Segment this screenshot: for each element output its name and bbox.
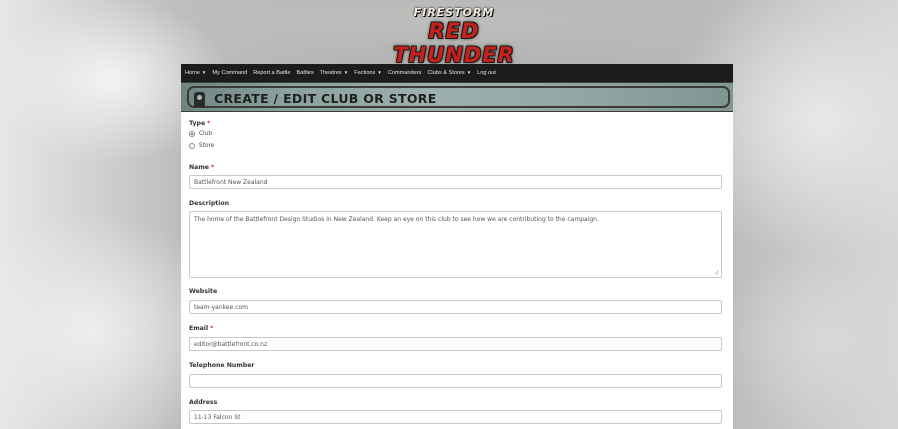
radio-club-selected-icon[interactable] xyxy=(189,131,195,137)
email-label: Email * xyxy=(189,325,213,332)
nav-item-battles[interactable]: Battles xyxy=(297,70,314,76)
tag-icon xyxy=(194,92,205,107)
nav-item-home[interactable]: Home ▼ xyxy=(185,70,206,76)
caret-down-icon: ▼ xyxy=(343,70,349,75)
nav-item-label: Battles xyxy=(296,70,314,76)
type-label: Type * xyxy=(189,120,210,127)
nav-item-report-a-battle[interactable]: Report a Battle xyxy=(253,70,290,76)
page-title-banner: CREATE / EDIT CLUB OR STORE xyxy=(181,82,733,112)
nav-item-label: Factions xyxy=(354,70,376,76)
nav-item-label: Log out xyxy=(477,70,496,76)
radio-store-label: Store xyxy=(199,143,215,149)
nav-item-clubs-stores[interactable]: Clubs & Stores ▼ xyxy=(427,70,471,76)
nav-item-my-command[interactable]: My Command xyxy=(212,70,247,76)
address-label: Address xyxy=(189,399,218,406)
radio-club-label: Club xyxy=(199,131,213,137)
page-title: CREATE / EDIT CLUB OR STORE xyxy=(214,91,437,106)
name-label-text: Name xyxy=(189,164,209,171)
telephone-field[interactable] xyxy=(189,374,722,388)
required-mark: * xyxy=(211,164,215,171)
description-text: The home of the Battlefront Design Studi… xyxy=(194,216,599,223)
resize-grip-icon[interactable] xyxy=(714,270,719,275)
nav-item-label: My Command xyxy=(212,70,248,76)
email-field[interactable]: editor@battlefront.co.nz xyxy=(189,337,722,351)
caret-down-icon: ▼ xyxy=(377,70,382,75)
nav-item-label: Clubs & Stores xyxy=(427,70,465,76)
required-mark: * xyxy=(207,120,211,127)
email-label-text: Email xyxy=(189,325,209,332)
radio-club[interactable]: Club xyxy=(189,131,212,137)
telephone-label: Telephone Number xyxy=(189,362,255,369)
website-field[interactable]: team-yankee.com xyxy=(189,300,722,314)
main-navbar: Home ▼ My Command Report a Battle Battles… xyxy=(181,64,733,82)
required-mark: * xyxy=(210,325,214,332)
description-label: Description xyxy=(189,200,230,207)
site-logo[interactable]: FIRESTORM RED THUNDER xyxy=(388,6,520,67)
address-field[interactable]: 11-13 Falcon St xyxy=(189,410,722,424)
nav-item-log-out[interactable]: Log out xyxy=(477,70,496,76)
nav-item-label: Theatres xyxy=(319,70,342,76)
name-field[interactable]: Battlefront New Zealand xyxy=(189,175,722,189)
website-label: Website xyxy=(189,288,218,295)
type-label-text: Type xyxy=(189,120,206,127)
nav-item-label: Home xyxy=(185,70,200,76)
club-store-form: Type * Club Store Name * Battlefront New Z… xyxy=(181,112,733,429)
radio-store-unselected-icon[interactable] xyxy=(189,143,195,149)
nav-item-label: Commanders xyxy=(387,70,422,76)
logo-top-text: FIRESTORM xyxy=(413,6,495,19)
caret-down-icon: ▼ xyxy=(201,70,207,75)
nav-item-label: Report a Battle xyxy=(253,70,291,76)
nav-item-factions[interactable]: Factions ▼ xyxy=(354,70,382,76)
caret-down-icon: ▼ xyxy=(466,70,472,75)
name-label: Name * xyxy=(189,164,214,171)
nav-item-theatres[interactable]: Theatres ▼ xyxy=(320,70,349,76)
description-field[interactable]: The home of the Battlefront Design Studi… xyxy=(189,211,722,278)
logo-main-text: RED THUNDER xyxy=(393,19,515,67)
nav-item-commanders[interactable]: Commanders xyxy=(388,70,422,76)
radio-store[interactable]: Store xyxy=(189,143,214,149)
